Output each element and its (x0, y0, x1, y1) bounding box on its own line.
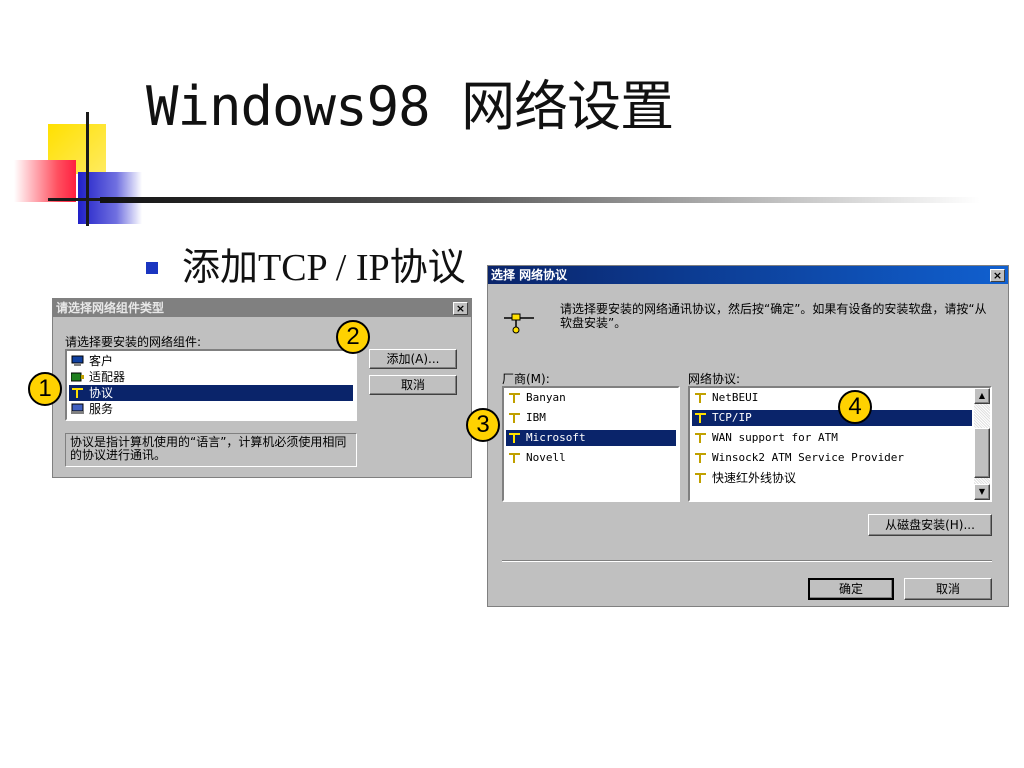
list-item-protocol[interactable]: Winsock2 ATM Service Provider (692, 450, 972, 466)
dialog1-title: 请选择网络组件类型 (56, 301, 165, 315)
protocol-icon (694, 472, 707, 484)
protocol-icon (694, 392, 707, 404)
component-type-dialog: 请选择网络组件类型 × 请选择要安装的网络组件: 客户 适配器 协议 服务 添加… (52, 298, 472, 478)
client-icon (71, 355, 84, 367)
list-item-adapter[interactable]: 适配器 (69, 369, 353, 385)
vendor-label-text: Microsoft (526, 431, 586, 444)
service-icon (71, 403, 84, 415)
scroll-thumb[interactable] (974, 428, 990, 478)
select-protocol-dialog: 选择 网络协议 × 请选择要安装的网络通讯协议，然后按“确定”。如果有设备的安装… (487, 265, 1009, 607)
list-item-protocol[interactable]: WAN support for ATM (692, 430, 972, 446)
scrollbar[interactable]: ▲ ▼ (974, 388, 990, 500)
vendor-label-text: Banyan (526, 391, 566, 404)
component-description: 协议是指计算机使用的“语言”，计算机必须使用相同的协议进行通讯。 (65, 433, 357, 467)
protocol-icon (508, 452, 521, 464)
bullet-square-icon (146, 262, 158, 274)
protocol-icon (694, 452, 707, 464)
list-item-label: 适配器 (89, 370, 126, 384)
title-underline (100, 197, 980, 203)
bullet-text: 添加TCP / IP协议 (182, 247, 466, 289)
vendor-label: 厂商(M): (502, 372, 550, 386)
list-item-protocol[interactable]: NetBEUI (692, 390, 972, 406)
dialog2-title: 选择 网络协议 (491, 268, 568, 282)
protocol-icon (694, 432, 707, 444)
protocol-label-text: 快速红外线协议 (712, 471, 797, 485)
dialog1-titlebar: 请选择网络组件类型 (53, 299, 471, 317)
ok-button[interactable]: 确定 (808, 578, 894, 600)
protocol-icon (508, 392, 521, 404)
protocol-label-text: Winsock2 ATM Service Provider (712, 451, 905, 464)
decor-vertical-line (86, 112, 89, 226)
cancel-button[interactable]: 取消 (904, 578, 992, 600)
step-badge-1: 1 (28, 372, 62, 406)
protocol-icon (502, 310, 536, 334)
step-badge-2: 2 (336, 320, 370, 354)
list-item-protocol[interactable]: TCP/IP (692, 410, 972, 426)
separator (502, 560, 992, 562)
protocol-icon (508, 432, 521, 444)
scroll-up-icon[interactable]: ▲ (974, 388, 990, 404)
close-icon[interactable]: × (990, 269, 1005, 282)
cancel-button[interactable]: 取消 (369, 375, 457, 395)
list-item-vendor[interactable]: Novell (506, 450, 676, 466)
list-item-label: 协议 (89, 386, 114, 400)
protocol-label-text: NetBEUI (712, 391, 759, 404)
component-list[interactable]: 客户 适配器 协议 服务 (65, 349, 357, 421)
protocol-label: 网络协议: (688, 372, 741, 386)
protocol-icon (694, 412, 707, 424)
adapter-icon (70, 371, 84, 383)
list-item-protocol[interactable]: 快速红外线协议 (692, 470, 972, 486)
list-item-protocol[interactable]: 协议 (69, 385, 353, 401)
list-item-vendor[interactable]: Microsoft (506, 430, 676, 446)
scroll-down-icon[interactable]: ▼ (974, 484, 990, 500)
add-button[interactable]: 添加(A)... (369, 349, 457, 369)
decor-red-square (14, 160, 76, 202)
step-badge-3: 3 (466, 408, 500, 442)
list-item-label: 服务 (89, 402, 114, 416)
close-icon[interactable]: × (453, 302, 468, 315)
protocol-icon (508, 412, 521, 424)
component-prompt: 请选择要安装的网络组件: (65, 335, 202, 349)
list-item-vendor[interactable]: Banyan (506, 390, 676, 406)
protocol-label-text: WAN support for ATM (712, 431, 838, 444)
protocol-icon (71, 387, 84, 399)
protocol-label-text: TCP/IP (712, 411, 752, 424)
list-item-vendor[interactable]: IBM (506, 410, 676, 426)
install-from-disk-button[interactable]: 从磁盘安装(H)... (868, 514, 992, 536)
vendor-label-text: IBM (526, 411, 546, 424)
protocol-instruction: 请选择要安装的网络通讯协议，然后按“确定”。如果有设备的安装软盘，请按“从软盘安… (560, 302, 987, 330)
vendor-label-text: Novell (526, 451, 566, 464)
step-badge-4: 4 (838, 390, 872, 424)
list-item-service[interactable]: 服务 (69, 401, 353, 417)
vendor-list[interactable]: Banyan IBM Microsoft Novell (502, 386, 680, 502)
slide-title: Windows98 网络设置 (146, 75, 674, 138)
list-item-client[interactable]: 客户 (69, 353, 353, 369)
dialog2-titlebar: 选择 网络协议 (488, 266, 1008, 284)
list-item-label: 客户 (89, 354, 114, 368)
